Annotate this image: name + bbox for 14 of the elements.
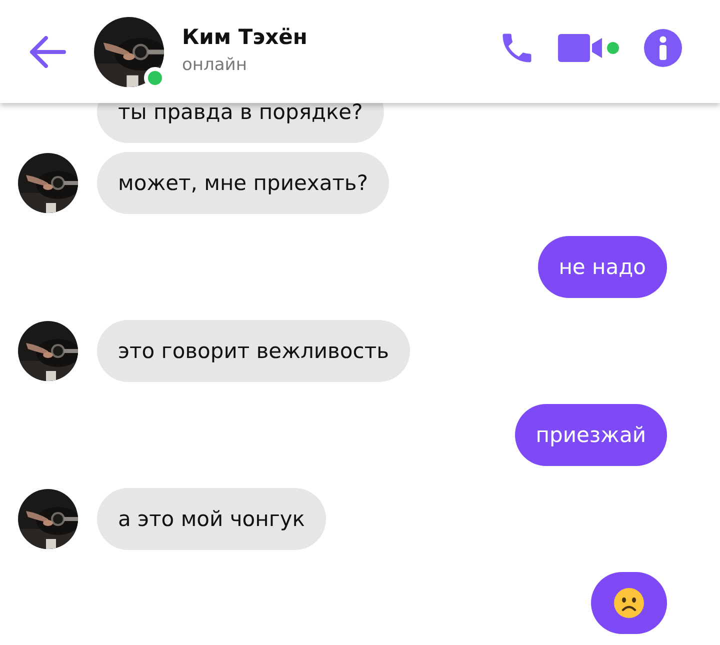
message-bubble: может, мне приехать? bbox=[97, 152, 389, 214]
video-call-button[interactable] bbox=[558, 32, 622, 62]
message-bubble: приезжай bbox=[514, 404, 667, 466]
contact-status: онлайн bbox=[182, 54, 248, 74]
back-arrow-icon bbox=[28, 36, 66, 68]
back-button[interactable] bbox=[28, 36, 66, 68]
frowning-face-icon bbox=[613, 587, 645, 619]
info-button[interactable] bbox=[644, 28, 682, 66]
message-bubble: это говорит вежливость bbox=[97, 320, 410, 382]
message-bubble: не надо bbox=[538, 236, 667, 298]
message-bubble: а это мой чонгук bbox=[97, 488, 326, 550]
contact-name: Ким Тэхён bbox=[182, 24, 308, 48]
info-icon bbox=[644, 28, 682, 66]
video-camera-icon bbox=[558, 32, 622, 62]
